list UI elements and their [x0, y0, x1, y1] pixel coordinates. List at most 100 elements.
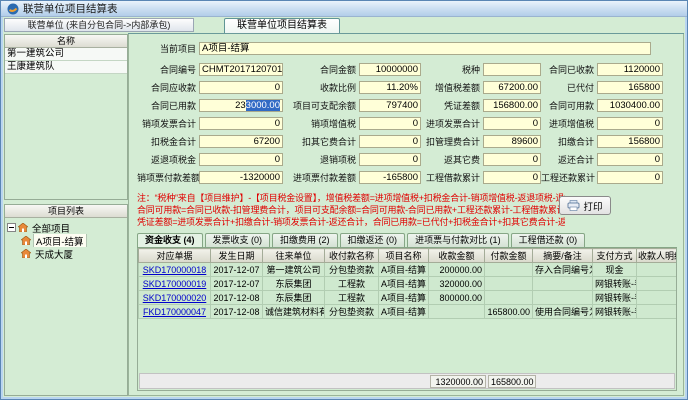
settlement-form: 当前项目 A项目-结算 合同编号 CHMT2017120701: 合同金额 10…: [128, 34, 684, 396]
project-disposable-balance-field[interactable]: 797400: [359, 99, 421, 112]
cell-project-name: A项目-结算: [379, 305, 429, 319]
col-payment-amount[interactable]: 付款金额: [485, 249, 533, 263]
returned-input-tax-field[interactable]: 0: [199, 153, 283, 166]
withheld-mgmt-fee-total-field[interactable]: 89600: [483, 135, 541, 148]
tab-withheld-fees[interactable]: 扣缴费用 (2): [272, 233, 338, 247]
col-remark[interactable]: 摘要/备注: [533, 249, 593, 263]
refunded-output-tax-field[interactable]: 0: [359, 153, 421, 166]
vat-difference-field[interactable]: 67200.00: [483, 81, 541, 94]
contract-no-field[interactable]: CHMT2017120701:: [199, 63, 283, 76]
tab-project-loans[interactable]: 工程借还款 (0): [511, 233, 586, 247]
app-window: 联营单位项目结算表 联营单位 (来自分包合同->内部承包) 名称 第一建筑公司 …: [0, 0, 688, 400]
print-button[interactable]: 打印: [559, 196, 611, 215]
cell-payee-detail: [637, 291, 678, 305]
tree-node-project[interactable]: 天成大厦: [7, 247, 125, 260]
current-project-label: 当前项目: [137, 42, 199, 55]
contract-available-label: 合同可用款: [541, 99, 597, 112]
paid-on-behalf-field[interactable]: 165800: [597, 81, 663, 94]
contract-used-field[interactable]: 233000.00: [199, 99, 283, 112]
project-disposable-balance-label: 项目可支配余额: [283, 99, 359, 112]
withheld-tax-total-field[interactable]: 67200: [199, 135, 283, 148]
withheld-mgmt-fee-total-label: 扣管理费合计: [421, 135, 483, 148]
tab-input-invoice-vs-payment[interactable]: 进项票与付款对比 (1): [407, 233, 509, 247]
output-invoice-total-field[interactable]: 0: [199, 117, 283, 130]
doc-link[interactable]: SKD170000018: [143, 265, 207, 275]
col-payee-detail[interactable]: 收款人明细: [637, 249, 678, 263]
returned-other-fee-field[interactable]: 0: [483, 153, 541, 166]
collapse-icon[interactable]: [7, 223, 16, 232]
vat-difference-label: 增值税差额: [421, 81, 483, 94]
table-row[interactable]: FKD170000047 2017-12-08 诚信建筑材料有限 分包垫资款 A…: [139, 305, 678, 319]
col-payment-name[interactable]: 收付款名称: [325, 249, 379, 263]
main-area: 联营单位项目结算表 当前项目 A项目-结算 合同编号 CHMT201712070…: [128, 18, 684, 396]
cell-date: 2017-12-07: [211, 263, 263, 277]
voucher-difference-field[interactable]: 156800.00: [483, 99, 541, 112]
project-list-panel: 项目列表 全部项目 A项目-结算 天成大厦: [4, 204, 128, 396]
withheld-other-total-field[interactable]: 0: [359, 135, 421, 148]
col-date[interactable]: 发生日期: [211, 249, 263, 263]
table-row[interactable]: SKD170000018 2017-12-07 第一建筑公司 分包垫资款 A项目…: [139, 263, 678, 277]
returned-total-field[interactable]: 0: [597, 153, 663, 166]
current-project-field[interactable]: A项目-结算: [199, 42, 651, 55]
cell-remark: 存入合同编号为IF: [533, 263, 593, 277]
cell-counterparty: 东辰集团: [263, 291, 325, 305]
input-invoice-total-field[interactable]: 0: [483, 117, 541, 130]
home-icon: [18, 223, 28, 232]
printer-icon: [567, 200, 580, 211]
tab-fund-inout[interactable]: 资金收支 (4): [137, 233, 203, 247]
contract-receivable-field[interactable]: 0: [199, 81, 283, 94]
formula-notes: 注：“税种”来自【项目维护】-【项目税金设置】，增值税差额=进项增值税+扣税金合…: [137, 192, 565, 228]
doc-link[interactable]: SKD170000019: [143, 279, 207, 289]
tax-type-field[interactable]: [483, 63, 541, 76]
col-counterparty[interactable]: 往来单位: [263, 249, 325, 263]
titlebar: 联营单位项目结算表: [1, 1, 687, 17]
note-line: 凭证差额=进项发票合计+扣缴合计-销项发票合计-返还合计，合同已用款=已代付+扣…: [137, 216, 565, 228]
note-line: 合同可用款=合同已收款-扣管理费合计，项目可支配余额=合同可用款-合同已用款+工…: [137, 204, 565, 216]
contract-received-field[interactable]: 1120000: [597, 63, 663, 76]
cell-date: 2017-12-07: [211, 277, 263, 291]
returned-total-label: 返还合计: [541, 153, 597, 166]
detail-grid-panel: 对应单据 发生日期 往来单位 收付款名称 项目名称 收款金额 付款金额 摘要/备…: [137, 248, 677, 391]
unit-name-column-header[interactable]: 名称: [5, 35, 127, 48]
cell-payee-detail: [637, 277, 678, 291]
cell-remark: [533, 277, 593, 291]
unit-list-item[interactable]: 第一建筑公司: [5, 48, 127, 61]
doc-link[interactable]: FKD170000047: [143, 307, 206, 317]
withheld-total-field[interactable]: 156800: [597, 135, 663, 148]
cell-payment-name: 分包垫资款: [325, 263, 379, 277]
table-row[interactable]: SKD170000019 2017-12-07 东辰集团 工程款 A项目-结算 …: [139, 277, 678, 291]
unit-list-item[interactable]: 王康建筑队: [5, 61, 127, 74]
tab-settlement-sheet[interactable]: 联营单位项目结算表: [224, 18, 340, 33]
tree-node-project[interactable]: A项目-结算: [7, 234, 125, 247]
contract-available-field[interactable]: 1030400.00: [597, 99, 663, 112]
tab-invoice-inout[interactable]: 发票收支 (0): [205, 233, 271, 247]
contract-amount-field[interactable]: 10000000: [359, 63, 421, 76]
project-loan-total-field[interactable]: 0: [483, 171, 541, 184]
receipt-ratio-field[interactable]: 11.20%: [359, 81, 421, 94]
cell-payee-detail: [637, 263, 678, 277]
col-receipt-amount[interactable]: 收款金额: [429, 249, 485, 263]
tab-withheld-returns[interactable]: 扣缴返还 (0): [340, 233, 406, 247]
table-row[interactable]: SKD170000020 2017-12-08 东辰集团 工程款 A项目-结算 …: [139, 291, 678, 305]
col-pay-method[interactable]: 支付方式: [593, 249, 637, 263]
cell-counterparty: 诚信建筑材料有限: [263, 305, 325, 319]
window-title: 联营单位项目结算表: [23, 1, 118, 16]
contract-no-label: 合同编号: [137, 63, 199, 76]
col-doc-no[interactable]: 对应单据: [139, 249, 211, 263]
input-invoice-payment-diff-field[interactable]: -165800: [359, 171, 421, 184]
project-repayment-total-field[interactable]: 0: [597, 171, 663, 184]
output-invoice-payment-diff-field[interactable]: -1320000: [199, 171, 283, 184]
doc-link[interactable]: SKD170000020: [143, 293, 207, 303]
input-invoice-total-label: 进项发票合计: [421, 117, 483, 130]
payment-total: 165800.00: [488, 375, 536, 388]
cell-project-name: A项目-结算: [379, 277, 429, 291]
cell-receipt-amount: 200000.00: [429, 263, 485, 277]
cell-payee-detail: [637, 305, 678, 319]
main-tabstrip: 联营单位项目结算表: [128, 18, 684, 34]
col-project-name[interactable]: 项目名称: [379, 249, 429, 263]
tree-node-all-projects[interactable]: 全部项目: [7, 221, 125, 234]
sidebar-header: 联营单位 (来自分包合同->内部承包): [4, 18, 194, 32]
output-vat-field[interactable]: 0: [359, 117, 421, 130]
input-vat-field[interactable]: 0: [597, 117, 663, 130]
cell-payment-amount: [485, 291, 533, 305]
